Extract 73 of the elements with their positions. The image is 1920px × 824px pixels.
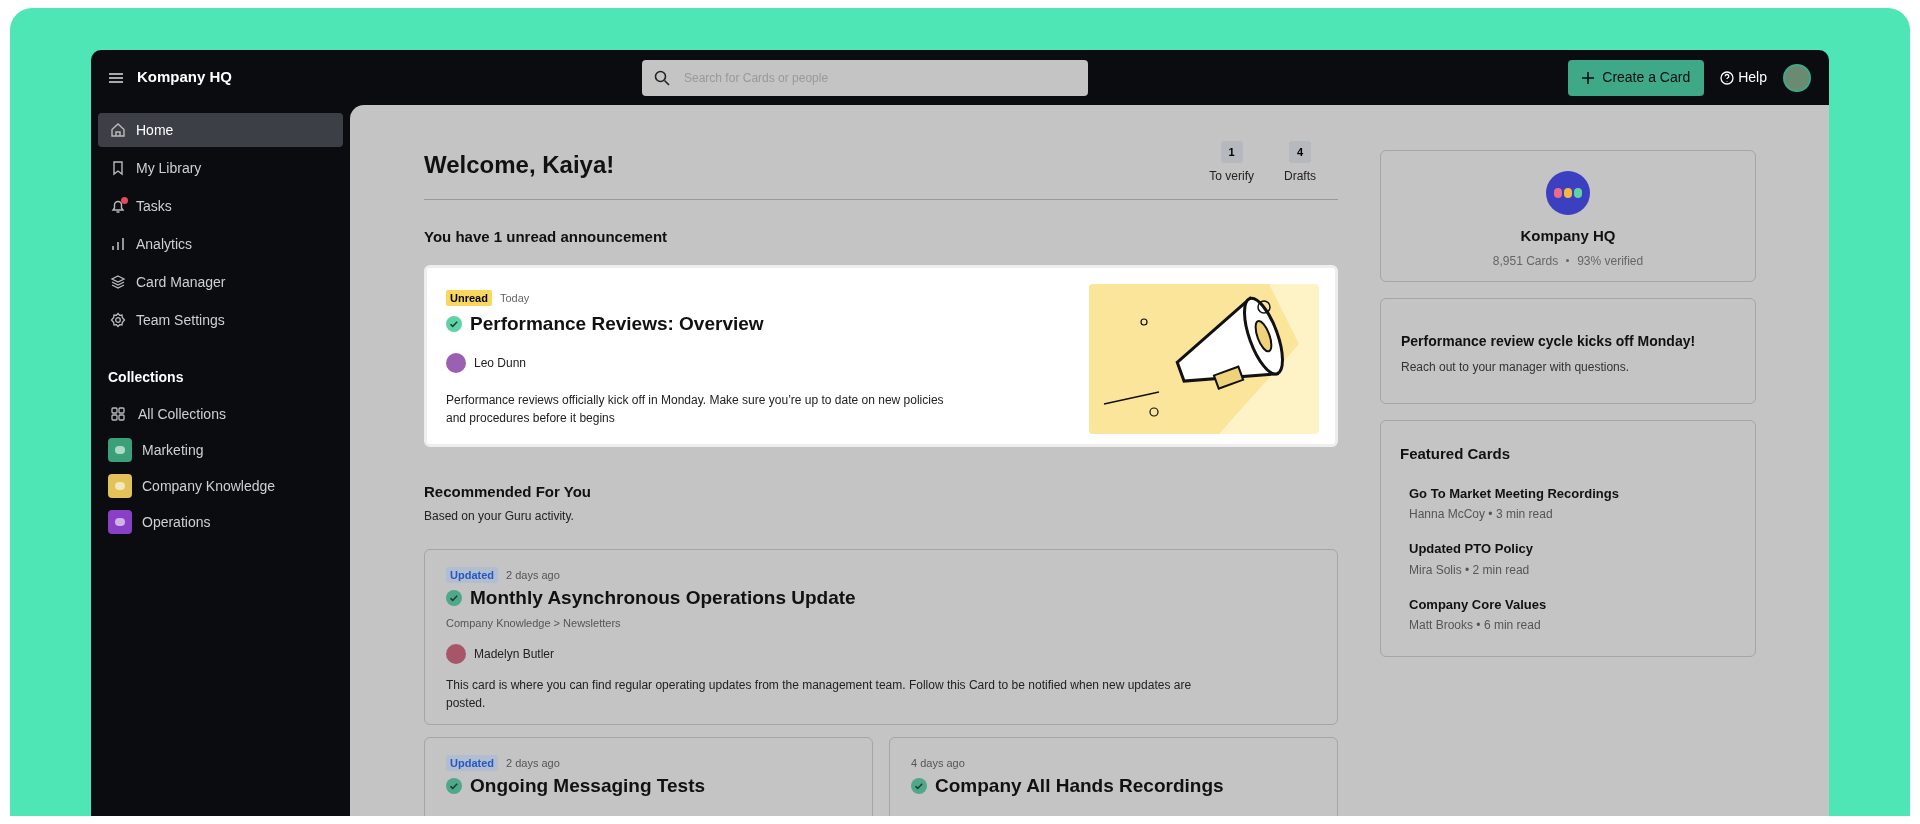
bookmark-icon <box>110 160 126 176</box>
section-heading: Collections <box>107 368 185 387</box>
author-name: Madelyn Butler <box>474 645 555 663</box>
collection-item[interactable]: All Collections <box>98 400 343 428</box>
card-title: Company All Hands Recordings <box>935 775 1224 797</box>
featured-card-link[interactable]: Updated PTO Policy <box>1409 539 1736 559</box>
settings-icon <box>110 312 126 328</box>
team-logo-icon <box>1546 171 1590 215</box>
sidebar-item[interactable]: Team Settings <box>98 303 343 337</box>
page-title: Welcome, Kaiya! <box>424 150 615 180</box>
verified-check-icon <box>911 778 927 794</box>
section-heading: Recommended For You <box>424 481 592 502</box>
card-title: Performance Reviews: Overview <box>470 312 764 336</box>
sidebar-item[interactable]: Analytics <box>98 227 343 261</box>
count-badge: 1 <box>1220 141 1243 163</box>
plus-icon <box>1582 71 1595 84</box>
collection-item[interactable]: Marketing <box>98 436 343 464</box>
breadcrumb: Company Knowledge > Newsletters <box>446 616 622 631</box>
author-avatar <box>446 643 466 664</box>
date-label: Today <box>499 290 530 306</box>
announcement-card[interactable]: Unread Today Performance Reviews: Overview Leo Dunn Performance reviews officially kick off in Monday. Make sure you’re up to date on new policies and procedures before it begins <box>424 264 1338 447</box>
sidebar-item[interactable]: Tasks <box>98 189 343 223</box>
sidebar-item[interactable]: My Library <box>98 151 343 185</box>
card-title: Ongoing Messaging Tests <box>470 775 706 797</box>
updated-badge: Updated <box>446 566 498 584</box>
sidebar-item[interactable]: Home <box>98 113 343 147</box>
stat-label: Drafts <box>1284 168 1316 185</box>
section-subtitle: Based on your Guru activity. <box>424 508 575 525</box>
card-description: Performance reviews officially kick off in Monday. Make sure you’re up to date on new policies and procedures before it begins <box>446 391 945 427</box>
date-label: 2 days ago <box>506 567 560 583</box>
bell-icon <box>110 198 126 214</box>
search-icon <box>654 69 670 86</box>
verified-check-icon <box>446 590 462 606</box>
card-meta: Hanna McCoy • 3 min read <box>1409 506 1554 523</box>
date-label: 2 days ago <box>506 755 560 771</box>
user-avatar[interactable] <box>1783 63 1811 92</box>
featured-card-link[interactable]: Company Core Values <box>1409 594 1736 614</box>
author-avatar <box>446 352 466 373</box>
card-meta: Mira Solis • 2 min read <box>1409 561 1531 579</box>
menu-icon[interactable] <box>109 71 123 84</box>
bar-chart-icon <box>110 236 126 252</box>
notice-text: Reach out to your manager with questions. <box>1401 359 1631 376</box>
card-title: Monthly Asynchronous Operations Update <box>470 587 856 609</box>
updated-badge: Updated <box>446 754 498 772</box>
unread-badge: Unread <box>446 289 492 306</box>
recommended-card[interactable] <box>424 549 1338 725</box>
workspace-name: Kompany HQ <box>137 67 232 88</box>
card-meta: Matt Brooks • 6 min read <box>1409 617 1542 634</box>
recommended-card[interactable]: 4 days ago Company All Hands Recordings <box>889 737 1338 816</box>
verified-check-icon <box>446 778 462 794</box>
help-icon <box>1720 70 1735 85</box>
date-label: 4 days ago <box>911 755 965 771</box>
card-description: This card is where you can find regular operating updates from the management team. Follow this Card to be notified when new updates are posted. <box>446 676 1193 712</box>
verified-share: 93% verified <box>1577 252 1644 270</box>
help-button[interactable]: Help <box>1720 67 1767 88</box>
verified-check-icon <box>446 316 462 333</box>
collection-item[interactable]: Operations <box>98 508 343 536</box>
sidebar-item[interactable]: Card Manager <box>98 265 343 299</box>
recommended-card[interactable]: Updated 2 days ago Ongoing Messaging Tests <box>424 737 873 816</box>
count-badge: 4 <box>1289 141 1311 163</box>
team-name: Kompany HQ <box>1520 226 1616 246</box>
section-heading: You have 1 unread announcement <box>424 227 669 247</box>
notice-title: Performance review cycle kicks off Monday! <box>1401 332 1697 351</box>
layers-icon <box>110 274 126 290</box>
home-icon <box>110 122 126 138</box>
featured-heading: Featured Cards <box>1400 444 1512 464</box>
featured-card-link[interactable]: Go To Market Meeting Recordings <box>1409 483 1736 503</box>
grid-icon <box>108 407 128 421</box>
create-card-button[interactable]: Create a Card <box>1568 59 1705 96</box>
stat-label: To verify <box>1209 168 1254 185</box>
card-count: 8,951 Cards <box>1492 252 1559 270</box>
collection-item[interactable]: Company Knowledge <box>98 472 343 500</box>
author-name: Leo Dunn <box>474 354 527 372</box>
